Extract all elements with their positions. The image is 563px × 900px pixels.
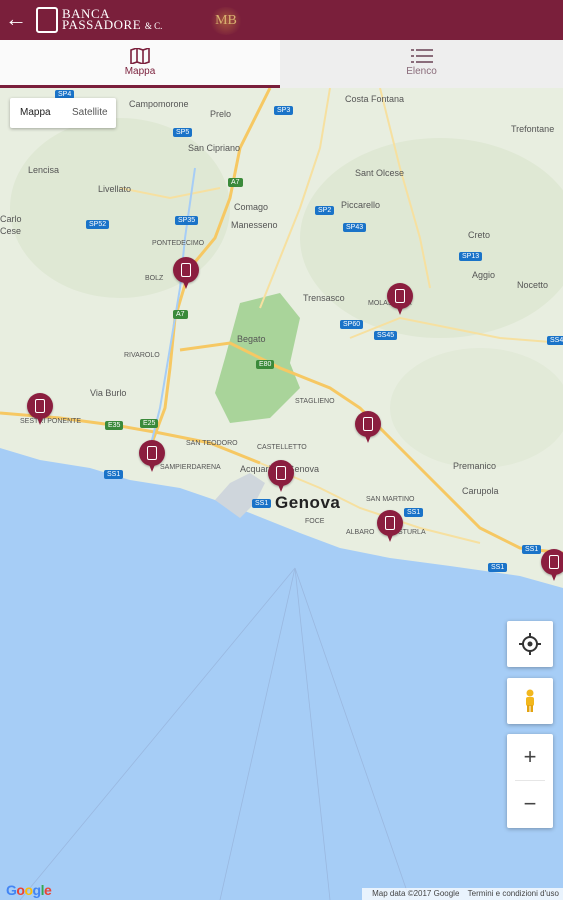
place-label: Carlo	[0, 214, 22, 224]
road-shield: SP35	[175, 216, 199, 225]
place-label: Lencisa	[28, 165, 60, 175]
road-shield: SP13	[459, 252, 483, 261]
zoom-control: + −	[507, 734, 553, 828]
pegman-icon	[526, 689, 534, 712]
place-label: Manesseno	[231, 220, 278, 230]
partner-logo: MB	[209, 7, 243, 35]
place-label: SAN TEODORO	[186, 440, 238, 447]
road-shield: SS45	[374, 331, 398, 340]
bank-logo-text: BANCA PASSADORE & C.	[62, 7, 163, 32]
place-label: Sant Olcese	[355, 168, 405, 178]
arrow-left-icon[interactable]: ←	[4, 6, 28, 32]
city-label-genova: Genova	[275, 493, 341, 512]
crosshair-icon	[519, 633, 541, 655]
road-shield: SS1	[488, 563, 508, 572]
place-label: Campomorone	[129, 99, 189, 109]
map-view[interactable]: Campomorone Prelo Costa Fontana Trefonta…	[0, 88, 563, 900]
road-shield: SP60	[340, 320, 364, 329]
road-shield: SS45	[547, 336, 563, 345]
map-data-credit[interactable]: Map data ©2017 Google	[372, 889, 459, 898]
place-label: SAN MARTINO	[366, 496, 415, 503]
road-shield: SS1	[404, 508, 424, 517]
place-label: Trefontane	[511, 124, 555, 134]
place-label: Costa Fontana	[345, 94, 405, 104]
place-label: Trensasco	[303, 293, 345, 303]
tab-map-label: Mappa	[124, 66, 156, 77]
branch-marker[interactable]	[541, 549, 563, 583]
place-label: Nocetto	[517, 280, 549, 290]
place-label: Via Burlo	[90, 388, 127, 398]
place-label: San Cipriano	[188, 143, 241, 153]
google-logo: Google	[6, 882, 52, 898]
place-label: SAMPIERDARENA	[160, 464, 221, 471]
road-shield: SP3	[274, 106, 294, 115]
view-tabs: Mappa Elenco	[0, 40, 563, 88]
road-shield: E25	[140, 419, 159, 428]
app-header: ← BANCA PASSADORE & C. MB	[0, 0, 563, 40]
map-type-map-button[interactable]: Mappa	[20, 107, 51, 118]
place-label: Carupola	[462, 486, 499, 496]
map-type-satellite-button[interactable]: Satellite	[72, 107, 108, 118]
street-view-button[interactable]	[507, 678, 553, 724]
place-label: Creto	[468, 230, 491, 240]
place-label: Premanico	[453, 461, 497, 471]
road-shield: SP2	[315, 206, 335, 215]
place-label: ALBARO	[346, 529, 375, 536]
road-shield: SP43	[343, 223, 367, 232]
road-shield: SP52	[86, 220, 110, 229]
terms-link[interactable]: Termini e condizioni d'uso	[468, 889, 559, 898]
place-label: Aggio	[472, 270, 496, 280]
map-icon	[130, 48, 150, 64]
place-label: Piccarello	[341, 200, 381, 210]
tab-map[interactable]: Mappa	[0, 40, 280, 88]
zoom-in-button[interactable]: +	[507, 734, 553, 780]
road-shield: E35	[105, 421, 124, 430]
road-shield: SS1	[252, 499, 272, 508]
place-label: Cese	[0, 226, 22, 236]
branch-marker[interactable]	[387, 283, 413, 317]
road-shield: E80	[256, 360, 275, 369]
place-label: FOCE	[305, 518, 325, 525]
place-label: BOLZ	[145, 275, 164, 282]
place-label: Livellato	[98, 184, 132, 194]
map-attribution: Map data ©2017 Google Termini e condizio…	[362, 888, 563, 900]
place-label: RIVAROLO	[124, 352, 160, 359]
branch-marker[interactable]	[377, 510, 403, 544]
place-label: Comago	[234, 202, 269, 212]
branch-marker[interactable]	[268, 460, 294, 494]
place-label: PONTEDECIMO	[152, 240, 205, 247]
place-label: CASTELLETTO	[257, 444, 307, 451]
road-shield: SS1	[104, 470, 124, 479]
place-label: Begato	[237, 334, 266, 344]
place-label: STAGLIENO	[295, 398, 335, 405]
branch-marker[interactable]	[173, 257, 199, 291]
bank-logo-icon	[36, 7, 58, 33]
branch-marker[interactable]	[139, 440, 165, 474]
branch-marker[interactable]	[355, 411, 381, 445]
list-icon	[410, 49, 433, 63]
road-shield: A7	[173, 310, 188, 319]
brand-line2: PASSADORE & C.	[62, 17, 163, 32]
zoom-out-button[interactable]: −	[507, 781, 553, 827]
road-shield: SS1	[522, 545, 542, 554]
road-shield: SP5	[173, 128, 193, 137]
tab-list[interactable]: Elenco	[280, 40, 563, 88]
my-location-button[interactable]	[507, 621, 553, 667]
road-shield: A7	[228, 178, 243, 187]
branch-marker[interactable]	[27, 393, 53, 427]
place-label: Prelo	[210, 109, 232, 119]
map-type-control: Mappa Satellite	[10, 98, 116, 128]
tab-list-label: Elenco	[406, 66, 437, 77]
